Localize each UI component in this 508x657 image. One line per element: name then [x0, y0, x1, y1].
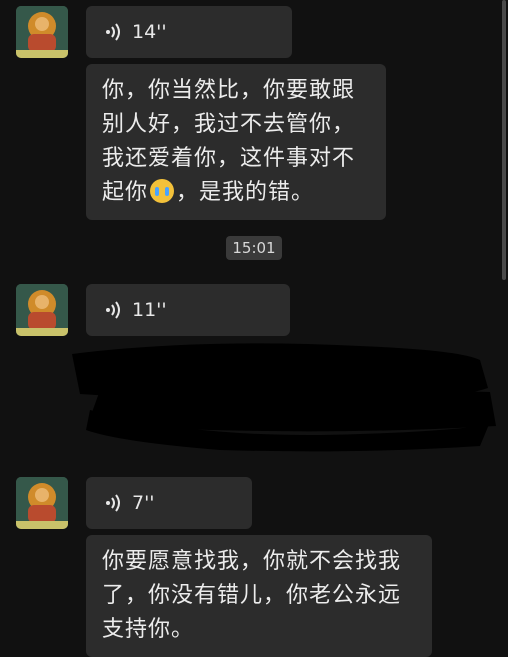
timestamp: 15:01: [226, 236, 282, 260]
voice-duration: 14'': [132, 21, 167, 43]
text-message-bubble[interactable]: 你，你当然比，你要敢跟别人好，我过不去管你，我还爱着你，这件事对不起你 ，是我的错…: [86, 64, 386, 220]
avatar[interactable]: [16, 284, 68, 336]
voice-message-bubble[interactable]: 7'': [86, 477, 252, 529]
voice-wave-icon: [106, 301, 120, 319]
voice-wave-icon: [106, 23, 120, 41]
message-text: 你要愿意找我，你就不会找我了，你没有错儿，你老公永远支持你。: [102, 549, 402, 642]
avatar[interactable]: [16, 6, 68, 58]
voice-message-bubble[interactable]: 11'': [86, 284, 290, 336]
redacted-region: [72, 343, 496, 452]
voice-duration: 11'': [132, 299, 167, 321]
buddha-thangka-avatar-icon: [16, 284, 68, 336]
loudly-crying-face-icon: [150, 179, 175, 203]
buddha-thangka-avatar-icon: [16, 477, 68, 529]
message-text: ，是我的错。: [176, 180, 315, 205]
text-message-bubble[interactable]: 你要愿意找我，你就不会找我了，你没有错儿，你老公永远支持你。: [86, 535, 432, 657]
voice-message-bubble[interactable]: 14'': [86, 6, 292, 58]
buddha-thangka-avatar-icon: [16, 6, 68, 58]
avatar[interactable]: [16, 477, 68, 529]
scrollbar[interactable]: [502, 0, 506, 280]
voice-wave-icon: [106, 494, 120, 512]
voice-duration: 7'': [132, 492, 155, 514]
